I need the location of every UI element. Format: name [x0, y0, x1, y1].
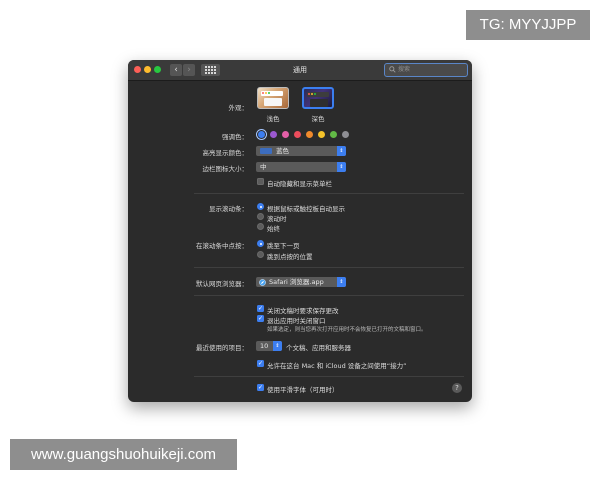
appearance-label: 外观：: [228, 104, 249, 112]
accent-swatch-pink[interactable]: [282, 131, 289, 138]
appearance-dark-label: 深色: [311, 115, 325, 123]
show-all-grid-icon[interactable]: [201, 64, 220, 76]
back-icon[interactable]: ‹: [170, 64, 182, 76]
jump-clicked-spot-radio[interactable]: [257, 251, 264, 258]
accent-swatch-red[interactable]: [294, 131, 301, 138]
highlight-swatch: [260, 148, 272, 154]
auto-hide-menu-bar-label: 自动隐藏和显示菜单栏: [267, 180, 332, 188]
search-placeholder: 搜索: [398, 66, 411, 73]
close-window-button[interactable]: [134, 66, 141, 73]
font-smoothing-checkbox[interactable]: ✓: [257, 384, 264, 391]
sidebar-icon-size-popup[interactable]: 中 ⇕: [256, 162, 346, 172]
section-divider: [194, 376, 464, 377]
handoff-label: 允许在这台 Mac 和 iCloud 设备之间使用“接力”: [267, 362, 407, 370]
close-windows-on-quit-checkbox[interactable]: ✓: [257, 315, 264, 322]
default-browser-value: Safari 浏览器.app: [269, 278, 324, 286]
zoom-window-button[interactable]: [154, 66, 161, 73]
popup-arrows-icon: ⇕: [273, 341, 282, 351]
handoff-checkbox[interactable]: ✓: [257, 360, 264, 367]
recent-items-value: 10: [260, 342, 269, 350]
highlight-color-value: 蓝色: [276, 147, 289, 155]
forward-icon[interactable]: ›: [183, 64, 195, 76]
section-divider: [194, 193, 464, 194]
scroll-bars-always-radio[interactable]: [257, 223, 264, 230]
accent-swatch-purple[interactable]: [270, 131, 277, 138]
general-preferences-window: ‹ › 通用 搜索 外观： 浅色 深色 强调色： 高亮显示颜色： 蓝色 ⇕ 边栏…: [128, 60, 472, 402]
popup-arrows-icon: ⇕: [337, 162, 346, 172]
jump-next-page-radio[interactable]: [257, 240, 264, 247]
recent-items-suffix: 个文稿、应用和服务器: [286, 344, 351, 352]
appearance-light-thumbnail[interactable]: [257, 87, 289, 109]
search-icon: [389, 66, 396, 73]
accent-color-label: 强调色：: [222, 133, 248, 141]
sidebar-icon-size-label: 边栏图标大小：: [202, 165, 249, 173]
appearance-light-label: 浅色: [266, 115, 280, 123]
accent-swatch-orange[interactable]: [306, 131, 313, 138]
scroll-bars-when-scrolling-radio[interactable]: [257, 213, 264, 220]
recent-items-popup[interactable]: 10 ⇕: [256, 341, 282, 351]
sidebar-icon-size-value: 中: [260, 163, 267, 171]
accent-swatch-green[interactable]: [330, 131, 337, 138]
scroll-bars-when-scrolling-label: 滚动时: [267, 215, 287, 223]
website-watermark: www.guangshuohuikeji.com: [10, 439, 237, 470]
close-windows-on-quit-label: 退出应用时关闭窗口: [267, 317, 326, 325]
section-divider: [194, 295, 464, 296]
click-scroll-bar-label: 在滚动条中点按：: [196, 242, 248, 250]
jump-clicked-spot-label: 跳到点按的位置: [267, 253, 313, 261]
accent-swatch-blue[interactable]: [258, 131, 265, 138]
safari-compass-icon: [259, 278, 266, 286]
scroll-bars-auto-radio[interactable]: [257, 203, 264, 210]
default-browser-label: 默认网页浏览器：: [196, 280, 248, 288]
accent-swatch-yellow[interactable]: [318, 131, 325, 138]
highlight-color-label: 高亮显示颜色：: [202, 149, 249, 157]
recent-items-label: 最近使用的项目：: [196, 344, 248, 352]
search-field[interactable]: 搜索: [384, 63, 468, 77]
jump-next-page-label: 跳至下一页: [267, 242, 300, 250]
appearance-dark-thumbnail[interactable]: [302, 87, 334, 109]
popup-arrows-icon: ⇕: [337, 146, 346, 156]
auto-hide-menu-bar-checkbox[interactable]: [257, 178, 264, 185]
minimize-window-button[interactable]: [144, 66, 151, 73]
font-smoothing-label: 使用平滑字体（可用时）: [267, 386, 339, 394]
ask-keep-changes-checkbox[interactable]: ✓: [257, 305, 264, 312]
ask-keep-changes-label: 关闭文稿时要求保存更改: [267, 307, 339, 315]
show-scroll-bars-label: 显示滚动条：: [209, 205, 248, 213]
accent-swatch-graphite[interactable]: [342, 131, 349, 138]
title-bar: ‹ › 通用 搜索: [128, 60, 472, 81]
help-button[interactable]: ?: [452, 383, 462, 393]
section-divider: [194, 267, 464, 268]
default-browser-popup[interactable]: Safari 浏览器.app ⇕: [256, 277, 346, 287]
telegram-watermark: TG: MYYJJPP: [466, 10, 590, 40]
popup-arrows-icon: ⇕: [337, 277, 346, 287]
close-windows-note: 如果选定，则当您再次打开应用时不会恢复已打开的文稿和窗口。: [267, 327, 427, 333]
scroll-bars-always-label: 始终: [267, 225, 280, 233]
highlight-color-popup[interactable]: 蓝色 ⇕: [256, 146, 346, 156]
scroll-bars-auto-label: 根据鼠标或触控板自动显示: [267, 205, 345, 213]
